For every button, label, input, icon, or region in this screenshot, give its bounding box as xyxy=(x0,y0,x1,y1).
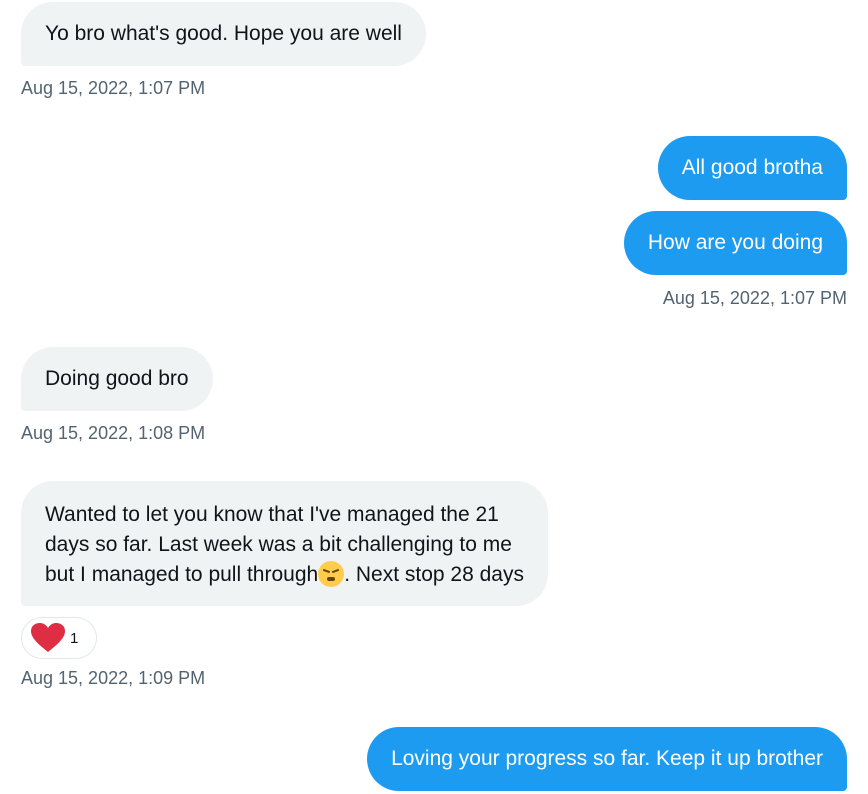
message-text: . Next stop 28 days xyxy=(344,563,524,586)
incoming-message-bubble[interactable]: Yo bro what's good. Hope you are well xyxy=(21,2,426,66)
reaction-pill[interactable]: 1 xyxy=(21,617,97,659)
face-with-steam-from-nose-icon xyxy=(318,561,345,587)
message-text-line: days so far. Last week was a bit challen… xyxy=(45,533,512,556)
outgoing-message-bubble[interactable]: All good brotha xyxy=(657,136,847,200)
message-timestamp: Aug 15, 2022, 1:07 PM xyxy=(21,78,206,98)
message-text: but I managed to pull through xyxy=(45,563,319,586)
red-heart-icon xyxy=(31,623,65,652)
message-timestamp: Aug 15, 2022, 1:08 PM xyxy=(21,423,206,443)
message-text: Loving your progress so far. Keep it up … xyxy=(391,747,823,770)
message-timestamp: Aug 15, 2022, 1:07 PM xyxy=(662,288,847,308)
conversation-thread: Yo bro what's good. Hope you are well Au… xyxy=(0,0,868,794)
message-text: All good brotha xyxy=(681,156,823,179)
message-text: Yo bro what's good. Hope you are well xyxy=(45,22,402,45)
message-timestamp: Aug 15, 2022, 1:09 PM xyxy=(21,668,206,688)
message-text-line: Wanted to let you know that I've managed… xyxy=(45,503,499,526)
incoming-message-bubble[interactable]: Doing good bro xyxy=(21,347,213,411)
outgoing-message-bubble[interactable]: How are you doing xyxy=(623,211,847,275)
message-text: Doing good bro xyxy=(45,367,189,390)
message-text-line: but I managed to pull through . Next stop… xyxy=(45,560,524,590)
reaction-count: 1 xyxy=(70,629,79,647)
incoming-message-bubble[interactable]: Wanted to let you know that I've managed… xyxy=(21,481,548,606)
outgoing-message-bubble[interactable]: Loving your progress so far. Keep it up … xyxy=(367,727,847,791)
message-text: How are you doing xyxy=(647,231,823,254)
